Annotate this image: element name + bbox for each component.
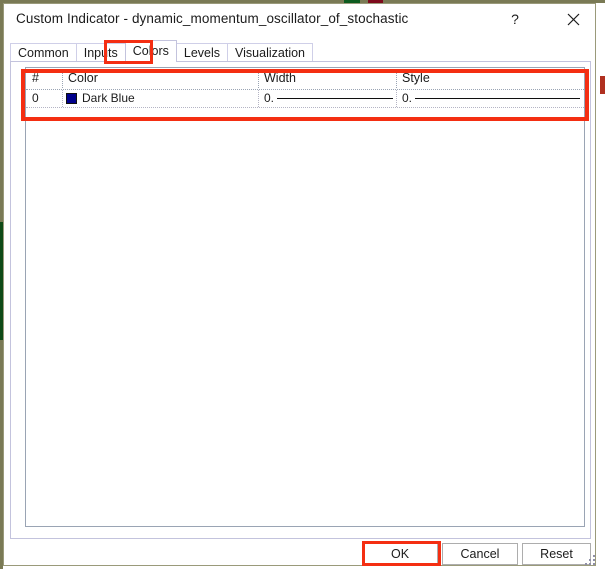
- title-bar: Custom Indicator - dynamic_momentum_osci…: [4, 4, 595, 36]
- style-line-preview: [415, 98, 580, 99]
- tab-visualization[interactable]: Visualization: [227, 43, 313, 62]
- color-list-view[interactable]: # Color Width Style 0 Dark Blue 0. 0.: [25, 67, 585, 527]
- width-line-preview: [277, 98, 393, 99]
- custom-indicator-dialog: Custom Indicator - dynamic_momentum_osci…: [3, 3, 596, 566]
- tab-common[interactable]: Common: [10, 43, 77, 62]
- cell-index: 0: [32, 91, 39, 105]
- tab-strip: Common Inputs Colors Levels Visualizatio…: [10, 40, 313, 62]
- ok-button[interactable]: OK: [362, 543, 438, 565]
- column-header-style[interactable]: Style: [396, 68, 584, 89]
- background-window-fragment-red: [600, 76, 605, 94]
- tab-colors[interactable]: Colors: [124, 40, 177, 62]
- table-row[interactable]: 0 Dark Blue 0. 0.: [26, 90, 584, 108]
- dialog-footer: OK Cancel Reset: [4, 540, 597, 567]
- close-icon: [567, 13, 579, 26]
- cell-color-name[interactable]: Dark Blue: [62, 90, 258, 107]
- help-button[interactable]: ?: [501, 6, 529, 33]
- resize-grip[interactable]: [584, 553, 596, 565]
- color-list-header: # Color Width Style: [26, 68, 584, 90]
- color-swatch[interactable]: [66, 93, 77, 104]
- column-header-width[interactable]: Width: [258, 68, 396, 89]
- column-header-index[interactable]: #: [26, 68, 62, 89]
- tab-inputs[interactable]: Inputs: [75, 43, 126, 62]
- reset-button[interactable]: Reset: [522, 543, 591, 565]
- tab-levels[interactable]: Levels: [175, 43, 229, 62]
- resize-grip-icon: [585, 555, 595, 565]
- column-header-color[interactable]: Color: [62, 68, 258, 89]
- close-button[interactable]: [559, 6, 587, 33]
- page-title: Custom Indicator - dynamic_momentum_osci…: [16, 11, 409, 26]
- cancel-button[interactable]: Cancel: [442, 543, 518, 565]
- colors-tab-panel: # Color Width Style 0 Dark Blue 0. 0.: [10, 61, 591, 539]
